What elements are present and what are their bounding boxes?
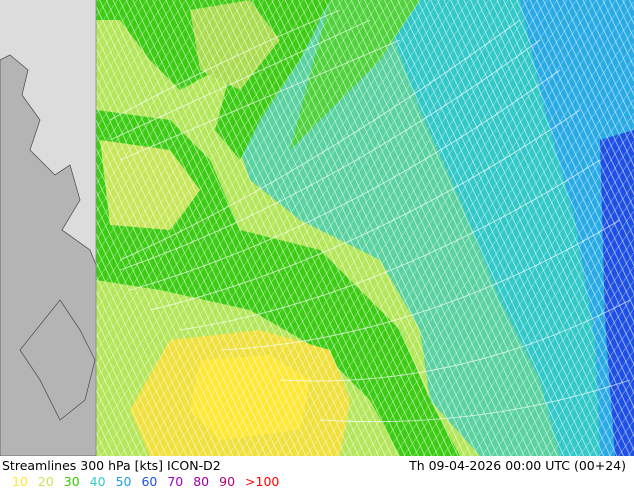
legend-80: 80 — [193, 474, 210, 489]
legend-10: 10 — [12, 474, 28, 489]
legend-90: 90 — [219, 474, 236, 489]
legend-60: 60 — [141, 474, 158, 489]
streamline-map — [0, 0, 634, 456]
speed-legend: 10 20 30 40 50 60 70 80 90 >100 — [12, 474, 285, 489]
legend-50: 50 — [115, 474, 132, 489]
wind-field — [96, 0, 634, 456]
legend-70: 70 — [167, 474, 184, 489]
legend-40: 40 — [89, 474, 106, 489]
legend-20: 20 — [37, 474, 54, 489]
legend-100plus: >100 — [245, 474, 280, 489]
valid-time: Th 09-04-2026 00:00 UTC (00+24) — [409, 458, 626, 473]
map-title: Streamlines 300 hPa [kts] ICON-D2 — [2, 458, 221, 473]
caption-bar: Streamlines 300 hPa [kts] ICON-D2 Th 09-… — [0, 458, 634, 490]
legend-30: 30 — [63, 474, 80, 489]
